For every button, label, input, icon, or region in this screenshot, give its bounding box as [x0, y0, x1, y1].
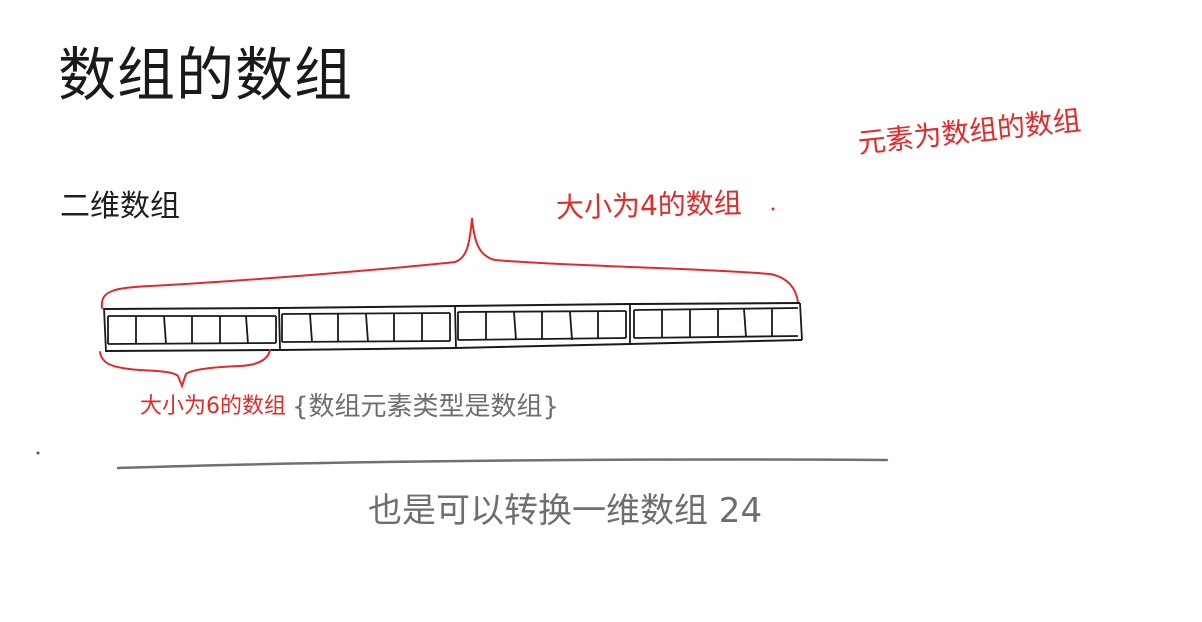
inner-array-label: 大小为6的数组: [140, 394, 286, 419]
outer-array-brace: [100, 217, 799, 309]
two-d-array-label: 二维数组: [60, 189, 180, 224]
slide-title: 数组的数组: [58, 41, 354, 109]
stray-dot-2: [771, 207, 775, 211]
inner-array-brace: [99, 349, 271, 389]
stray-dot-1: [36, 451, 40, 455]
outer-array-label: 大小为4的数组: [555, 186, 743, 225]
convert-note: 也是可以转换一维数组 24: [368, 491, 763, 531]
array-top-line: [103, 302, 801, 310]
array-bottom-line: [105, 339, 803, 352]
inner-array-1: [103, 307, 277, 353]
inner-array-4: [629, 302, 803, 344]
inner-array-3: [454, 305, 627, 349]
inner-type-label: {数组元素类型是数组}: [292, 392, 560, 422]
inner-array-2: [278, 306, 451, 351]
divider-line: [116, 458, 889, 470]
